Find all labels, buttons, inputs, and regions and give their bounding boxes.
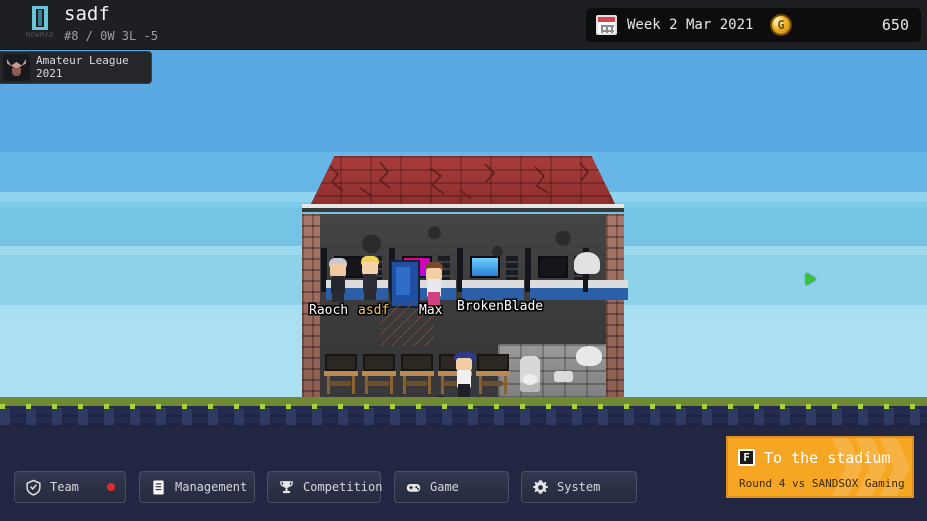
chair-icon <box>367 381 389 386</box>
monitor-icon <box>477 354 509 371</box>
team-logo[interactable]: NOWMAD <box>18 4 62 46</box>
desk-top <box>588 280 628 288</box>
legs <box>332 292 344 302</box>
roof-tiles <box>310 156 616 206</box>
green-arrow-cursor-icon <box>806 273 816 285</box>
currency-value: 650 <box>881 16 909 34</box>
top-status-bar: NOWMAD sadf #8 / 0W 3L -5 Week 2 Mar 202… <box>0 0 927 50</box>
cta-title: To the stadium <box>764 449 891 467</box>
nametag-asdf: asdf <box>358 303 390 318</box>
study-desk[interactable] <box>476 354 510 394</box>
monitor-icon <box>363 354 395 371</box>
shield-icon <box>26 479 41 496</box>
currency-pill[interactable]: G 650 <box>758 8 921 42</box>
character-raven[interactable] <box>452 352 478 400</box>
sink-icon <box>554 371 573 382</box>
league-year: 2021 <box>36 66 63 80</box>
game-screen: Raoch asdf Max BrokenBlade Raven NOWMAD … <box>0 0 927 521</box>
gaming-desk[interactable] <box>457 248 524 304</box>
chair-icon <box>481 381 503 386</box>
nav-button-team[interactable]: Team <box>14 471 126 503</box>
league-emblem-icon <box>3 54 30 81</box>
nav-label: Management <box>175 480 248 494</box>
bracket-logo-icon <box>31 6 49 30</box>
calendar-icon <box>596 15 617 35</box>
nav-button-competition[interactable]: Competition <box>267 471 383 503</box>
nav-button-system[interactable]: System <box>521 471 637 503</box>
monitor-icon <box>538 256 568 278</box>
nametag-raoch: Raoch <box>309 303 349 318</box>
building-roof <box>302 148 624 212</box>
toilet-icon <box>520 356 540 392</box>
gear-icon <box>533 479 548 494</box>
chair-icon <box>405 381 427 386</box>
nametag-brokenblade: BrokenBlade <box>457 299 544 314</box>
study-desk[interactable] <box>324 354 358 394</box>
character-asdf-player[interactable] <box>360 256 382 304</box>
nametag-max: Max <box>419 303 443 318</box>
to-the-stadium-button[interactable]: F To the stadium Round 4 vs SANDSOX Gami… <box>726 436 914 498</box>
nav-button-game[interactable]: Game <box>394 471 509 503</box>
team-name: sadf <box>64 3 110 25</box>
desk-base <box>588 288 628 300</box>
nav-label: Team <box>50 480 79 494</box>
gamepad-icon <box>406 483 421 492</box>
league-badge-text: Amateur League 2021 <box>36 53 129 80</box>
character-raoch[interactable] <box>328 258 348 304</box>
league-badge[interactable]: Amateur League 2021 <box>0 51 152 84</box>
wall-basin-icon <box>574 252 600 274</box>
document-icon <box>153 479 164 495</box>
cta-subtitle: Round 4 vs SANDSOX Gaming <box>739 477 905 490</box>
vending-machine[interactable] <box>390 260 420 308</box>
date-label: Week 2 Mar 2021 <box>627 17 754 33</box>
nav-label: System <box>557 480 601 494</box>
gold-coin-icon: G <box>770 14 792 36</box>
notification-dot <box>107 483 115 491</box>
dirt-bricks <box>0 409 927 425</box>
monitor-icon <box>401 354 433 371</box>
date-pill[interactable]: Week 2 Mar 2021 <box>586 8 782 42</box>
study-desk[interactable] <box>362 354 396 394</box>
lamp-icon <box>576 346 602 366</box>
monitor-icon <box>325 354 357 371</box>
study-desk[interactable] <box>400 354 434 394</box>
desk-top <box>462 280 524 288</box>
ground <box>0 397 927 425</box>
nav-label: Game <box>430 480 459 494</box>
brick-pillar-right <box>606 214 624 401</box>
chair-icon <box>329 381 351 386</box>
keybind-badge: F <box>738 449 755 466</box>
roof-eave <box>302 204 624 212</box>
nav-label: Competition <box>303 480 383 494</box>
league-name: Amateur League <box>36 53 129 67</box>
legs <box>458 384 470 398</box>
trophy-icon <box>280 480 293 493</box>
legs <box>364 290 376 300</box>
nav-button-management[interactable]: Management <box>139 471 255 503</box>
team-record: #8 / 0W 3L -5 <box>64 29 158 43</box>
team-logo-wordmark: NOWMAD <box>25 31 55 39</box>
monitor-icon <box>470 256 500 278</box>
bathroom-area[interactable] <box>498 344 606 401</box>
